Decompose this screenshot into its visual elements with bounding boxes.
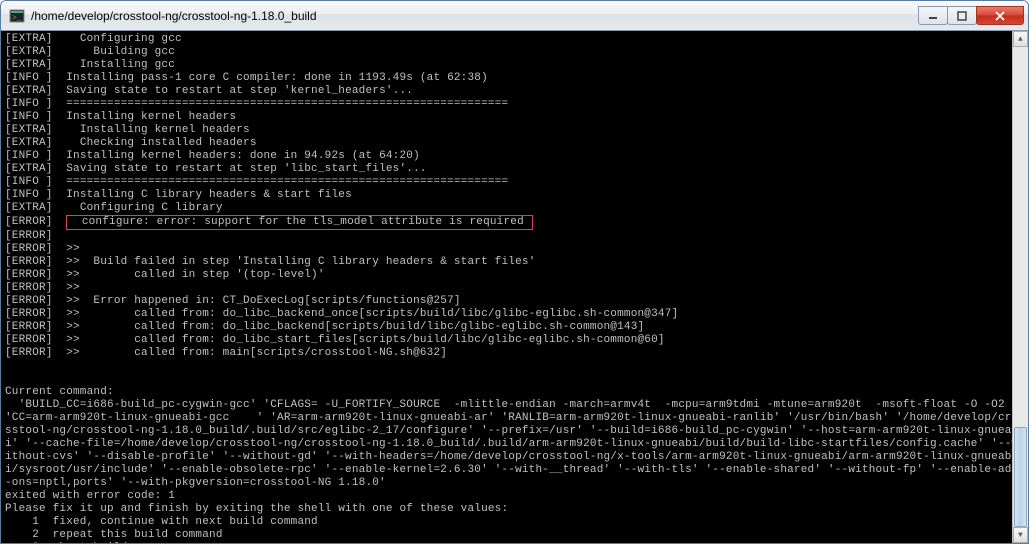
log-tag: [EXTRA] bbox=[5, 124, 53, 136]
option-1: 1 fixed, continue with next build comman… bbox=[5, 516, 1024, 529]
log-text: >> called from: do_libc_backend[scripts/… bbox=[66, 321, 644, 333]
highlighted-error: configure: error: support for the tls_mo… bbox=[66, 215, 532, 230]
svg-text:>_: >_ bbox=[12, 14, 22, 23]
log-tag: [ERROR] bbox=[5, 243, 53, 255]
window-title: /home/develop/crosstool-ng/crosstool-ng-… bbox=[31, 9, 919, 23]
log-text: ========================================… bbox=[66, 176, 508, 188]
option-2: 2 repeat this build command bbox=[5, 529, 1024, 542]
log-tag: [INFO ] bbox=[5, 111, 53, 123]
log-tag: [INFO ] bbox=[5, 72, 53, 84]
scrollbar-track[interactable] bbox=[1013, 47, 1028, 527]
terminal-window: >_ /home/develop/crosstool-ng/crosstool-… bbox=[0, 0, 1029, 544]
terminal-content[interactable]: [EXTRA] Configuring gcc [EXTRA] Building … bbox=[1, 31, 1028, 543]
log-tag: [ERROR] bbox=[5, 282, 53, 294]
titlebar[interactable]: >_ /home/develop/crosstool-ng/crosstool-… bbox=[1, 1, 1028, 31]
log-text: Installing kernel headers bbox=[66, 111, 236, 123]
log-text: >> Build failed in step 'Installing C li… bbox=[66, 256, 535, 268]
window-controls bbox=[919, 6, 1024, 25]
current-command-label: Current command: bbox=[5, 386, 1024, 399]
log-text: Configuring gcc bbox=[66, 33, 182, 45]
log-text: >> called in step '(top-level)' bbox=[66, 269, 324, 281]
log-text: Installing gcc bbox=[66, 59, 175, 71]
log-tag: [INFO ] bbox=[5, 189, 53, 201]
app-icon: >_ bbox=[9, 8, 25, 24]
log-text: >> bbox=[66, 243, 80, 255]
log-tag: [EXTRA] bbox=[5, 202, 53, 214]
log-tag: [EXTRA] bbox=[5, 163, 53, 175]
log-text: Saving state to restart at step 'kernel_… bbox=[66, 85, 413, 97]
log-text: >> bbox=[66, 282, 80, 294]
log-text: ========================================… bbox=[66, 98, 508, 110]
log-tag: [ERROR] bbox=[5, 308, 53, 320]
log-tag: [ERROR] bbox=[5, 230, 53, 242]
option-3: 3 abort build bbox=[5, 542, 1024, 543]
log-text: Installing pass-1 core C compiler: done … bbox=[66, 72, 488, 84]
log-tag: [ERROR] bbox=[5, 256, 53, 268]
minimize-button[interactable] bbox=[918, 6, 948, 25]
log-text: >> called from: do_libc_backend_once[scr… bbox=[66, 308, 678, 320]
log-tag: [ERROR] bbox=[5, 216, 53, 228]
close-button[interactable] bbox=[976, 6, 1024, 25]
log-text: >> called from: main[scripts/crosstool-N… bbox=[66, 347, 447, 359]
scrollbar-thumb[interactable] bbox=[1014, 427, 1027, 527]
scroll-up-button[interactable]: ▲ bbox=[1013, 31, 1028, 47]
instructions: Please fix it up and finish by exiting t… bbox=[5, 503, 1024, 516]
log-text: Installing kernel headers bbox=[66, 124, 250, 136]
maximize-button[interactable] bbox=[947, 6, 977, 25]
log-tag: [EXTRA] bbox=[5, 85, 53, 97]
log-tag: [ERROR] bbox=[5, 269, 53, 281]
log-text: Installing C library headers & start fil… bbox=[66, 189, 352, 201]
log-text: Saving state to restart at step 'libc_st… bbox=[66, 163, 426, 175]
log-tag: [INFO ] bbox=[5, 98, 53, 110]
current-command: 'BUILD_CC=i686-build_pc-cygwin-gcc' 'CFL… bbox=[5, 399, 1024, 490]
log-tag: [ERROR] bbox=[5, 347, 53, 359]
exit-code: exited with error code: 1 bbox=[5, 490, 1024, 503]
log-tag: [ERROR] bbox=[5, 334, 53, 346]
log-tag: [INFO ] bbox=[5, 176, 53, 188]
log-tag: [EXTRA] bbox=[5, 46, 53, 58]
log-tag: [EXTRA] bbox=[5, 59, 53, 71]
log-text: Configuring C library bbox=[66, 202, 222, 214]
log-text: >> Error happened in: CT_DoExecLog[scrip… bbox=[66, 295, 460, 307]
log-text: Building gcc bbox=[66, 46, 175, 58]
log-text: >> called from: do_libc_start_files[scri… bbox=[66, 334, 665, 346]
log-tag: [ERROR] bbox=[5, 295, 53, 307]
log-tag: [ERROR] bbox=[5, 321, 53, 333]
log-tag: [EXTRA] bbox=[5, 137, 53, 149]
log-tag: [INFO ] bbox=[5, 150, 53, 162]
scroll-down-button[interactable]: ▼ bbox=[1013, 527, 1028, 543]
log-text: Checking installed headers bbox=[66, 137, 256, 149]
scrollbar[interactable]: ▲ ▼ bbox=[1012, 31, 1028, 543]
log-tag: [EXTRA] bbox=[5, 33, 53, 45]
log-text: Installing kernel headers: done in 94.92… bbox=[66, 150, 420, 162]
